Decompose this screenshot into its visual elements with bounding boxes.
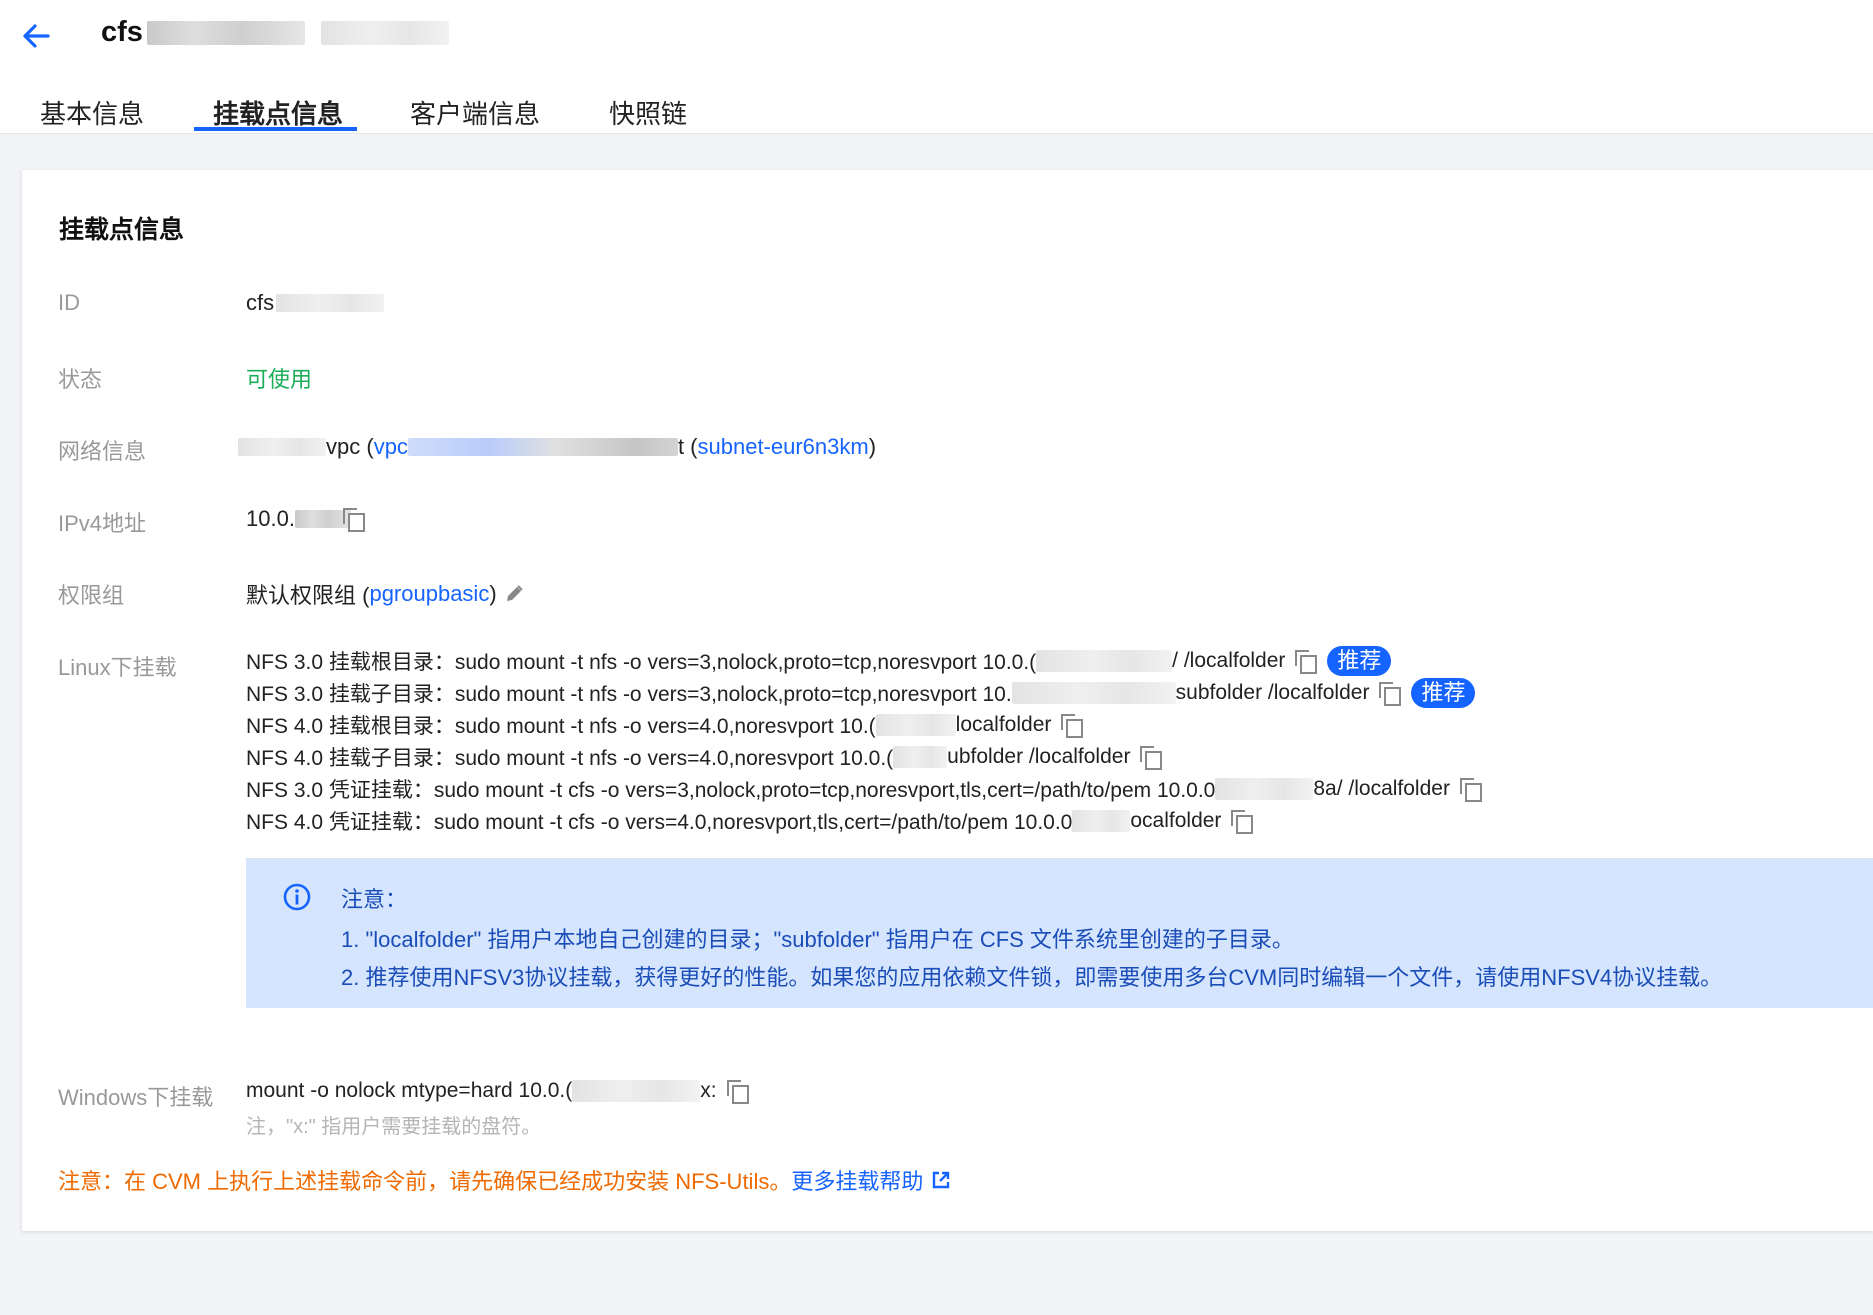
redacted-cmd bbox=[1215, 778, 1314, 800]
page-title: cfs bbox=[101, 16, 449, 49]
perm-value: 默认权限组 ( pgroupbasic ) bbox=[246, 578, 525, 610]
subnet-suffix: ) bbox=[868, 434, 877, 459]
tab-basic-info[interactable]: 基本信息 bbox=[40, 94, 144, 146]
cmd-prefix: mount -o nolock mtype=hard 10.0.( bbox=[246, 1079, 573, 1102]
copy-icon[interactable] bbox=[1231, 810, 1254, 834]
id-label: ID bbox=[58, 290, 80, 315]
copy-icon[interactable] bbox=[1140, 746, 1163, 770]
redacted-vpc-name bbox=[238, 438, 326, 456]
cmd-suffix: / /localfolder bbox=[1172, 649, 1286, 672]
network-label: 网络信息 bbox=[58, 439, 147, 464]
cmd-prefix: NFS 4.0 凭证挂载：sudo mount -t cfs -o vers=4… bbox=[246, 811, 1073, 834]
redacted-cmd bbox=[1036, 650, 1173, 672]
cmd-suffix: ubfolder /localfolder bbox=[947, 745, 1131, 768]
copy-icon[interactable] bbox=[1379, 682, 1402, 706]
warning-message: 注意：在 CVM 上执行上述挂载命令前，请先确保已经成功安装 NFS-Utils… bbox=[58, 1169, 792, 1194]
recommended-badge: 推荐 bbox=[1327, 646, 1392, 676]
arrow-left-icon[interactable] bbox=[18, 18, 54, 54]
vpc-link[interactable]: vpc bbox=[374, 434, 408, 460]
linux-cmd-nfs4-sub: NFS 4.0 挂载子目录：sudo mount -t nfs -o vers=… bbox=[246, 742, 1163, 772]
subnet-prefix: t ( bbox=[677, 434, 698, 459]
copy-icon[interactable] bbox=[726, 1080, 749, 1104]
notice-title: 注意： bbox=[341, 887, 408, 912]
subnet-link[interactable]: subnet-eur6n3km bbox=[698, 434, 869, 460]
copy-icon[interactable] bbox=[1295, 650, 1318, 674]
windows-cmd: mount -o nolock mtype=hard 10.0.( x: bbox=[246, 1076, 749, 1106]
cmd-prefix: NFS 3.0 挂载子目录：sudo mount -t nfs -o vers=… bbox=[246, 683, 1012, 706]
cmd-prefix: NFS 4.0 挂载子目录：sudo mount -t nfs -o vers=… bbox=[246, 747, 894, 770]
page-header: cfs 基本信息 挂载点信息 客户端信息 快照链 bbox=[0, 0, 1873, 134]
cmd-prefix: NFS 3.0 挂载根目录：sudo mount -t nfs -o vers=… bbox=[246, 651, 1037, 674]
info-circle-icon bbox=[283, 883, 311, 911]
cmd-suffix: ocalfolder bbox=[1130, 809, 1222, 832]
network-value: vpc ( vpc t ( subnet-eur6n3km ) bbox=[238, 434, 876, 460]
id-value-text: cfs bbox=[246, 290, 275, 315]
redacted-cmd bbox=[875, 714, 956, 736]
redacted-cmd bbox=[1011, 682, 1176, 704]
recommended-badge: 推荐 bbox=[1411, 678, 1476, 708]
notice-line-1: 1. "localfolder" 指用户本地自己创建的目录；"subfolder… bbox=[341, 927, 1294, 952]
windows-hint: 注，"x:" 指用户需要挂载的盘符。 bbox=[246, 1116, 542, 1138]
warning-text: 注意：在 CVM 上执行上述挂载命令前，请先确保已经成功安装 NFS-Utils… bbox=[58, 1164, 951, 1196]
redacted-cmd bbox=[893, 746, 948, 768]
tab-mount-info[interactable]: 挂载点信息 bbox=[213, 94, 343, 146]
status-label: 状态 bbox=[58, 367, 103, 392]
linux-cmd-nfs3-root: NFS 3.0 挂载根目录：sudo mount -t nfs -o vers=… bbox=[246, 646, 1392, 676]
cmd-prefix: NFS 3.0 凭证挂载：sudo mount -t cfs -o vers=3… bbox=[246, 779, 1216, 802]
mount-info-card: 挂载点信息 ID cfs 状态 可使用 网络信息 vpc ( vpc t ( s… bbox=[22, 170, 1873, 1231]
tab-client-info[interactable]: 客户端信息 bbox=[410, 94, 540, 146]
vpc-text: vpc ( bbox=[326, 434, 374, 459]
active-tab-indicator bbox=[194, 127, 357, 131]
redacted-cmd bbox=[1072, 810, 1131, 832]
linux-cmd-nfs4-root: NFS 4.0 挂载根目录：sudo mount -t nfs -o vers=… bbox=[246, 710, 1084, 740]
cmd-suffix: x: bbox=[700, 1079, 717, 1102]
windows-label: Windows下挂载 bbox=[58, 1085, 214, 1110]
cmd-prefix: NFS 4.0 挂载根目录：sudo mount -t nfs -o vers=… bbox=[246, 715, 876, 738]
ipv4-label: IPv4地址 bbox=[58, 511, 147, 536]
mount-help-link[interactable]: 更多挂载帮助 bbox=[791, 1164, 923, 1196]
perm-label: 权限组 bbox=[58, 583, 125, 608]
card-title: 挂载点信息 bbox=[59, 216, 185, 244]
copy-icon[interactable] bbox=[1061, 714, 1084, 738]
id-value: cfs bbox=[246, 290, 385, 316]
linux-label: Linux下挂载 bbox=[58, 655, 177, 680]
redacted-id bbox=[276, 294, 385, 312]
status-value: 可使用 bbox=[246, 367, 313, 392]
external-link-icon[interactable] bbox=[931, 1170, 951, 1190]
perm-link[interactable]: pgroupbasic bbox=[369, 581, 489, 607]
cmd-suffix: localfolder bbox=[955, 713, 1052, 736]
copy-icon[interactable] bbox=[342, 508, 365, 532]
linux-cmd-nfs3-cert: NFS 3.0 凭证挂载：sudo mount -t cfs -o vers=3… bbox=[246, 774, 1482, 804]
cmd-suffix: subfolder /localfolder bbox=[1175, 681, 1370, 704]
pencil-icon[interactable] bbox=[503, 583, 525, 605]
notice-line-2: 2. 推荐使用NFSV3协议挂载，获得更好的性能。如果您的应用依赖文件锁，即需要… bbox=[341, 965, 1723, 990]
notice-box: 注意： 1. "localfolder" 指用户本地自己创建的目录；"subfo… bbox=[246, 858, 1873, 1008]
redacted-title bbox=[146, 20, 305, 45]
perm-text: 默认权限组 ( bbox=[246, 583, 370, 608]
page-title-prefix: cfs bbox=[101, 16, 143, 48]
linux-cmd-nfs3-sub: NFS 3.0 挂载子目录：sudo mount -t nfs -o vers=… bbox=[246, 678, 1476, 708]
redacted-vpc-id bbox=[407, 438, 678, 456]
ipv4-value: 10.0. bbox=[246, 506, 365, 532]
redacted-cmd bbox=[572, 1080, 701, 1102]
tab-snapshot-chain[interactable]: 快照链 bbox=[609, 94, 687, 146]
ipv4-text: 10.0. bbox=[246, 506, 295, 531]
copy-icon[interactable] bbox=[1459, 778, 1482, 802]
cmd-suffix: 8a/ /localfolder bbox=[1313, 777, 1450, 800]
linux-cmd-nfs4-cert: NFS 4.0 凭证挂载：sudo mount -t cfs -o vers=4… bbox=[246, 806, 1254, 836]
perm-suffix: ) bbox=[489, 581, 497, 606]
redacted-title-2 bbox=[320, 20, 449, 45]
tabs-divider bbox=[0, 133, 1873, 134]
